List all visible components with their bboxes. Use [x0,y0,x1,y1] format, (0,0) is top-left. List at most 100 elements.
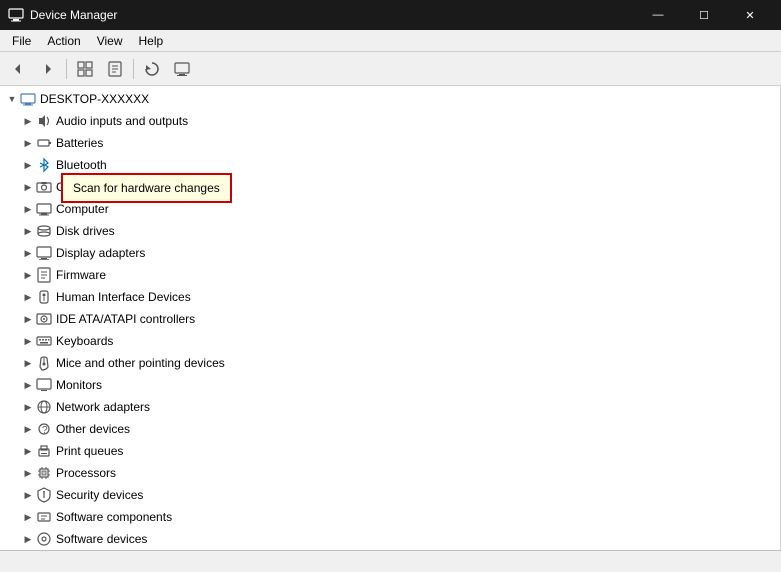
expand-arrow[interactable]: ▶ [20,333,36,349]
expand-arrow[interactable]: ▶ [20,421,36,437]
list-item[interactable]: ▶ Monitors [0,374,780,396]
maximize-button[interactable]: ☐ [681,0,727,30]
app-icon [8,7,24,23]
main-content: Scan for hardware changes ▼ DESKTOP-XXXX… [0,86,781,550]
list-item[interactable]: ▶ Disk drives [0,220,780,242]
item-label: Software components [56,510,172,524]
list-item[interactable]: ▶ Network adapters [0,396,780,418]
expand-arrow[interactable]: ▶ [20,113,36,129]
other-icon: ? [36,421,52,437]
menu-action[interactable]: Action [39,32,88,50]
item-label: Processors [56,466,116,480]
expand-arrow[interactable]: ▶ [20,179,36,195]
expand-arrow[interactable]: ▶ [20,157,36,173]
list-item[interactable]: ▶ Bluetooth [0,154,780,176]
item-label: IDE ATA/ATAPI controllers [56,312,195,326]
close-button[interactable]: ✕ [727,0,773,30]
computer-icon [36,201,52,217]
list-item[interactable]: ▶ Keyboards [0,330,780,352]
monitors-icon [36,377,52,393]
cameras-icon [36,179,52,195]
window-controls: — ☐ ✕ [635,0,773,30]
item-label: Disk drives [56,224,115,238]
print-icon [36,443,52,459]
item-label: Mice and other pointing devices [56,356,225,370]
item-label: Keyboards [56,334,113,348]
expand-arrow[interactable]: ▶ [20,267,36,283]
expand-arrow[interactable]: ▶ [20,289,36,305]
list-item[interactable]: ▶ Batteries [0,132,780,154]
toolbar-separator-1 [66,59,67,79]
expand-arrow[interactable]: ▶ [20,509,36,525]
item-label: Firmware [56,268,106,282]
list-item[interactable]: ▶ Computer [0,198,780,220]
bluetooth-icon [36,157,52,173]
item-label: Bluetooth [56,158,107,172]
audio-icon [36,113,52,129]
show-hide-icon [77,61,93,77]
show-hide-button[interactable] [71,56,99,82]
list-item[interactable]: ▶ Human Interface Devices [0,286,780,308]
expand-arrow[interactable]: ▶ [20,399,36,415]
forward-button[interactable] [34,56,62,82]
tree-panel[interactable]: ▼ DESKTOP-XXXXXX ▶ Audio inputs and outp… [0,86,781,550]
list-item[interactable]: ▶ IDE ATA/ATAPI controllers [0,308,780,330]
expand-arrow[interactable]: ▶ [20,201,36,217]
expand-arrow[interactable]: ▶ [20,311,36,327]
window-title: Device Manager [30,8,117,22]
expand-arrow[interactable]: ▶ [20,135,36,151]
keyboard-icon [36,333,52,349]
list-item[interactable]: ▶ Cameras [0,176,780,198]
list-item[interactable]: ▶ Audio inputs and outputs [0,110,780,132]
status-bar [0,550,781,572]
batteries-icon [36,135,52,151]
expand-arrow[interactable]: ▶ [20,465,36,481]
software-dev-icon [36,531,52,547]
list-item[interactable]: ▶ Firmware [0,264,780,286]
item-label: Batteries [56,136,103,150]
refresh-button[interactable] [138,56,166,82]
list-item[interactable]: ▶ Processors [0,462,780,484]
expand-arrow[interactable]: ▶ [20,487,36,503]
expand-arrow[interactable]: ▶ [20,443,36,459]
item-label: Computer [56,202,109,216]
list-item[interactable]: ▶ Security devices [0,484,780,506]
firmware-icon [36,267,52,283]
root-label: DESKTOP-XXXXXX [40,92,149,106]
item-label: Software devices [56,532,147,546]
svg-text:?: ? [42,425,48,436]
expand-arrow[interactable]: ▶ [20,531,36,547]
expand-arrow[interactable]: ▶ [20,245,36,261]
item-label: Other devices [56,422,130,436]
item-label: Print queues [56,444,123,458]
menu-view[interactable]: View [89,32,131,50]
disk-icon [36,223,52,239]
item-label: Cameras [56,180,105,194]
list-item[interactable]: ▶ Print queues [0,440,780,462]
software-comp-icon [36,509,52,525]
monitor-icon [174,61,190,77]
item-label: Human Interface Devices [56,290,191,304]
list-item[interactable]: ▶ Software devices [0,528,780,550]
list-item[interactable]: ▶ Software components [0,506,780,528]
ide-icon [36,311,52,327]
list-item[interactable]: ▶ Display adapters [0,242,780,264]
refresh-icon [144,61,160,77]
minimize-button[interactable]: — [635,0,681,30]
expand-arrow[interactable]: ▶ [20,223,36,239]
menu-file[interactable]: File [4,32,39,50]
back-button[interactable] [4,56,32,82]
tree-root[interactable]: ▼ DESKTOP-XXXXXX [0,88,780,110]
properties-button[interactable] [101,56,129,82]
root-expand-arrow[interactable]: ▼ [4,91,20,107]
menu-help[interactable]: Help [131,32,172,50]
expand-arrow[interactable]: ▶ [20,377,36,393]
monitor-button[interactable] [168,56,196,82]
expand-arrow[interactable]: ▶ [20,355,36,371]
item-label: Monitors [56,378,102,392]
list-item[interactable]: ▶ ? Other devices [0,418,780,440]
toolbar-separator-2 [133,59,134,79]
display-icon [36,245,52,261]
processors-icon [36,465,52,481]
list-item[interactable]: ▶ Mice and other pointing devices [0,352,780,374]
